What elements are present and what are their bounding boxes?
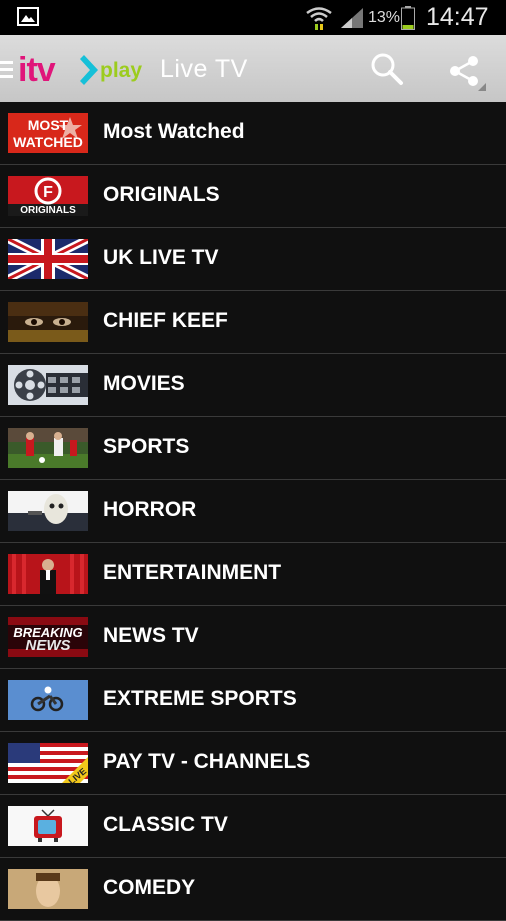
itv-play-logo[interactable]: itv play	[18, 49, 153, 91]
list-item-uk-live-tv[interactable]: UK LIVE TV	[0, 228, 506, 291]
uk-flag-thumbnail	[8, 239, 88, 279]
list-item-label: COMEDY	[103, 876, 196, 899]
most-watched-thumbnail: MOST WATCHED	[8, 113, 88, 153]
classic-tv-thumbnail	[8, 806, 88, 846]
clock: 14:47	[426, 3, 489, 31]
breaking-news-thumbnail: BREAKING NEWS	[8, 617, 88, 657]
list-item-most-watched[interactable]: MOST WATCHED Most Watched	[0, 102, 506, 165]
list-item-classic-tv[interactable]: CLASSIC TV	[0, 795, 506, 858]
us-flag-live-thumbnail: LIVE	[8, 743, 88, 783]
list-item-chief-keef[interactable]: CHIEF KEEF	[0, 291, 506, 354]
list-item-label: Most Watched	[103, 120, 245, 143]
svg-text:ORIGINALS: ORIGINALS	[20, 205, 76, 216]
list-item-label: HORROR	[103, 498, 197, 521]
action-bar: itv play Live TV	[0, 35, 506, 102]
list-item-label: EXTREME SPORTS	[103, 687, 297, 710]
signal-icon	[341, 8, 363, 28]
status-bar: 13% 14:47	[0, 0, 506, 35]
sports-thumbnail	[8, 428, 88, 468]
list-item-label: SPORTS	[103, 435, 190, 458]
comedy-thumbnail	[8, 869, 88, 909]
list-item-horror[interactable]: HORROR	[0, 480, 506, 543]
extreme-sports-thumbnail	[8, 680, 88, 720]
list-item-extreme-sports[interactable]: EXTREME SPORTS	[0, 669, 506, 732]
list-item-label: CLASSIC TV	[103, 813, 228, 836]
list-item-comedy[interactable]: COMEDY	[0, 858, 506, 921]
svg-text:MOST: MOST	[28, 117, 69, 133]
category-list: MOST WATCHED Most Watched F ORIGINALS OR…	[0, 102, 506, 921]
menu-icon[interactable]	[0, 59, 14, 79]
list-item-movies[interactable]: MOVIES	[0, 354, 506, 417]
horror-thumbnail	[8, 491, 88, 531]
list-item-originals[interactable]: F ORIGINALS ORIGINALS	[0, 165, 506, 228]
page-title: Live TV	[160, 55, 248, 83]
svg-text:WATCHED: WATCHED	[13, 134, 83, 150]
wifi-icon	[306, 7, 332, 30]
svg-text:F: F	[43, 184, 53, 201]
svg-text:NEWS: NEWS	[26, 637, 71, 654]
list-item-label: MOVIES	[103, 372, 185, 395]
list-item-label: ORIGINALS	[103, 183, 220, 206]
battery-icon	[401, 6, 415, 30]
list-item-label: NEWS TV	[103, 624, 199, 647]
list-item-sports[interactable]: SPORTS	[0, 417, 506, 480]
entertainment-thumbnail	[8, 554, 88, 594]
originals-thumbnail: F ORIGINALS	[8, 176, 88, 216]
search-icon[interactable]	[370, 52, 404, 86]
list-item-label: UK LIVE TV	[103, 246, 219, 269]
logo-play-text: play	[100, 59, 142, 82]
list-item-entertainment[interactable]: ENTERTAINMENT	[0, 543, 506, 606]
list-item-label: PAY TV - CHANNELS	[103, 750, 311, 773]
list-item-news-tv[interactable]: BREAKING NEWS NEWS TV	[0, 606, 506, 669]
chief-keef-thumbnail	[8, 302, 88, 342]
gallery-icon	[17, 7, 39, 26]
list-item-pay-tv-channels[interactable]: LIVE PAY TV - CHANNELS	[0, 732, 506, 795]
battery-percent: 13%	[368, 9, 401, 26]
movies-thumbnail	[8, 365, 88, 405]
list-item-label: ENTERTAINMENT	[103, 561, 282, 584]
list-item-label: CHIEF KEEF	[103, 309, 228, 332]
logo-itv-text: itv	[18, 51, 56, 89]
share-icon[interactable]	[446, 51, 486, 91]
